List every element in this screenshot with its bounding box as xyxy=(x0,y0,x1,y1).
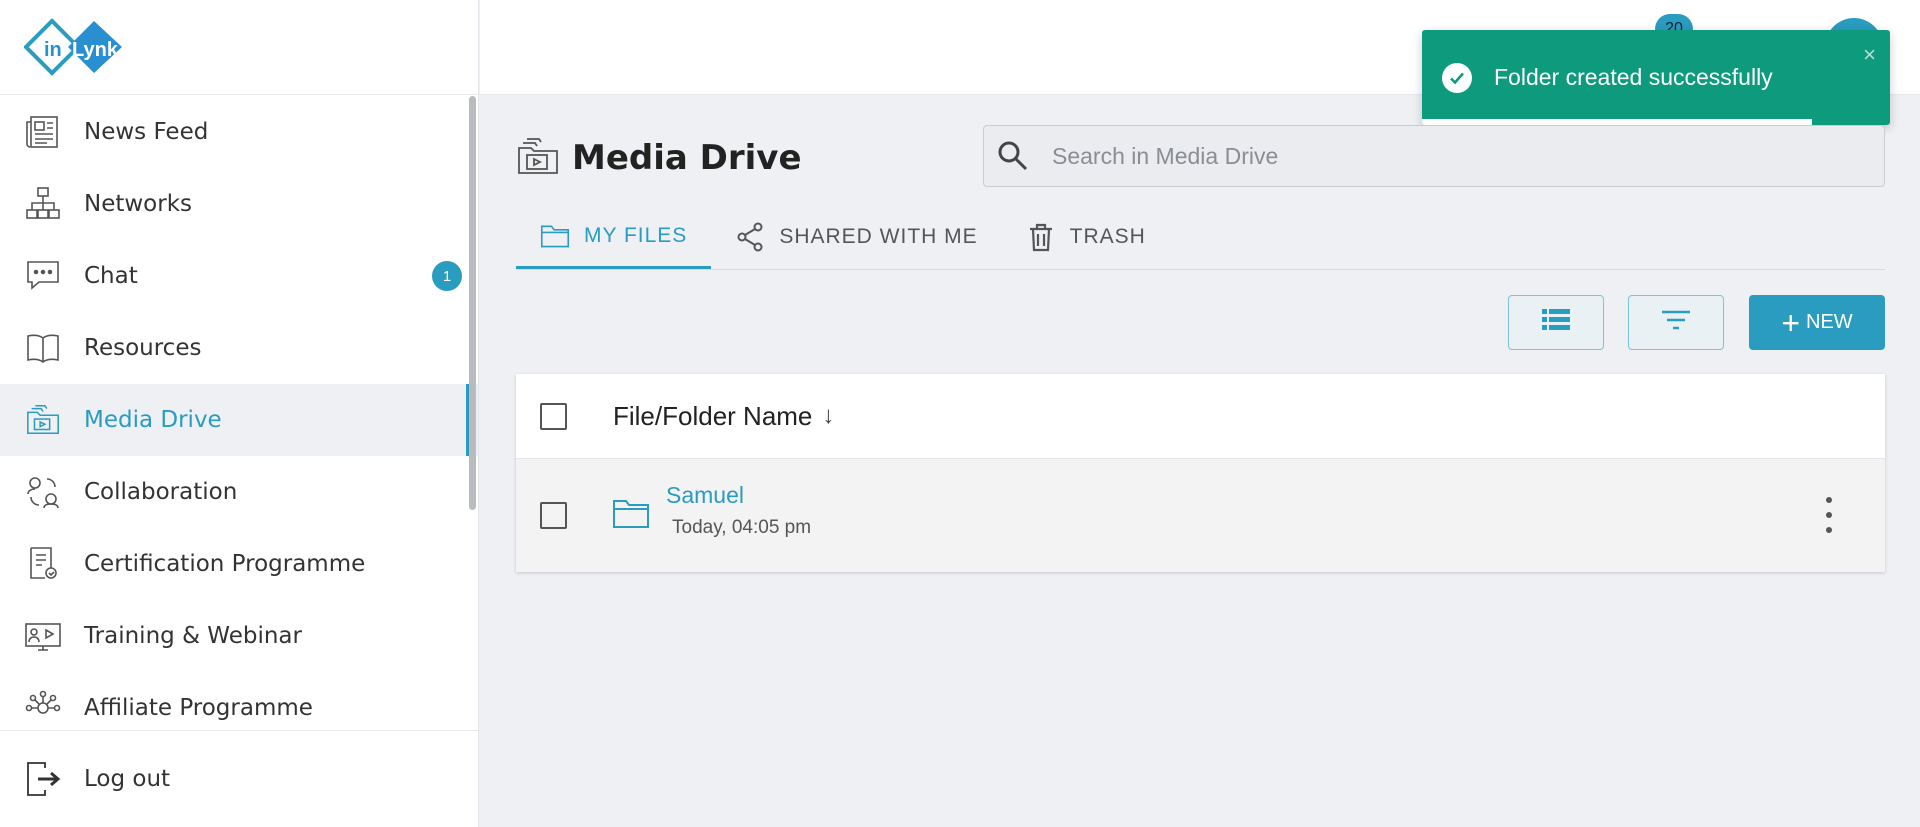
sidebar-item-label: News Feed xyxy=(84,119,209,145)
toast-message: Folder created successfully xyxy=(1494,64,1773,90)
sidebar-item-label: Media Drive xyxy=(84,407,222,433)
sidebar-item-label: Chat xyxy=(84,263,138,289)
list-view-icon xyxy=(1541,307,1571,338)
sidebar-scrollbar[interactable] xyxy=(469,96,476,510)
column-header-name[interactable]: File/Folder Name ↓ xyxy=(613,401,834,432)
trash-icon xyxy=(1026,222,1056,252)
sidebar: in Lynk News Feed Networks Chat 1 Resour… xyxy=(0,0,479,827)
logo-text-lynk: Lynk xyxy=(72,39,119,61)
page-title-text: Media Drive xyxy=(572,138,802,178)
tab-label: MY FILES xyxy=(584,223,688,247)
folder-icon xyxy=(540,221,570,251)
folder-name-link[interactable]: Samuel xyxy=(666,482,811,509)
new-button[interactable]: + NEW xyxy=(1749,295,1885,350)
chat-icon xyxy=(24,257,62,295)
sort-arrow-icon: ↓ xyxy=(822,402,835,429)
table-header: File/Folder Name ↓ xyxy=(516,374,1885,459)
folder-date: Today, 04:05 pm xyxy=(672,517,812,538)
sidebar-item-affiliate[interactable]: Affiliate Programme xyxy=(0,672,478,730)
media-drive-icon xyxy=(516,136,560,180)
search-input[interactable] xyxy=(1052,142,1852,170)
tab-label: TRASH xyxy=(1069,225,1146,248)
sidebar-item-collaboration[interactable]: Collaboration xyxy=(0,456,478,528)
collaboration-icon xyxy=(24,473,62,511)
newspaper-icon xyxy=(24,113,62,151)
sidebar-item-chat[interactable]: Chat 1 xyxy=(0,240,478,312)
logout-button[interactable]: Log out xyxy=(0,730,478,827)
sidebar-item-certification[interactable]: Certification Programme xyxy=(0,528,478,600)
chat-unread-badge: 1 xyxy=(432,261,462,291)
page-title: Media Drive xyxy=(516,136,802,180)
plus-icon: + xyxy=(1781,304,1800,341)
tab-bar: MY FILES SHARED WITH ME TRASH xyxy=(516,205,1885,270)
filter-icon xyxy=(1660,309,1692,336)
sidebar-item-label: Resources xyxy=(84,335,202,361)
sidebar-item-label: Certification Programme xyxy=(84,551,366,577)
tab-label: SHARED WITH ME xyxy=(779,225,978,248)
sidebar-item-media-drive[interactable]: Media Drive xyxy=(0,384,478,456)
book-icon xyxy=(24,329,62,367)
logo-area: in Lynk xyxy=(0,0,478,95)
sidebar-item-label: Training & Webinar xyxy=(84,623,302,649)
search-bar[interactable] xyxy=(983,125,1885,187)
tab-shared-with-me[interactable]: SHARED WITH ME xyxy=(711,205,1001,269)
logout-label: Log out xyxy=(84,766,171,792)
sidebar-item-label: Collaboration xyxy=(84,479,238,505)
search-icon xyxy=(996,139,1030,173)
logout-icon xyxy=(24,760,62,798)
tab-my-files[interactable]: MY FILES xyxy=(516,205,712,269)
sidebar-item-label: Networks xyxy=(84,191,193,217)
folder-icon xyxy=(612,497,650,535)
row-info: Samuel Today, 04:05 pm xyxy=(666,482,811,539)
certificate-icon xyxy=(24,545,62,583)
tab-trash[interactable]: TRASH xyxy=(1002,205,1170,269)
sidebar-item-networks[interactable]: Networks xyxy=(0,168,478,240)
select-all-checkbox[interactable] xyxy=(540,402,567,430)
column-header-label: File/Folder Name xyxy=(613,400,813,431)
table-row[interactable]: Samuel Today, 04:05 pm xyxy=(516,459,1885,572)
network-icon xyxy=(24,185,62,223)
sidebar-item-training-webinar[interactable]: Training & Webinar xyxy=(0,600,478,672)
new-button-label: NEW xyxy=(1806,311,1853,333)
sidebar-item-news-feed[interactable]: News Feed xyxy=(0,96,478,168)
affiliate-icon xyxy=(24,689,62,727)
list-view-button[interactable] xyxy=(1508,295,1604,350)
inlynk-logo[interactable]: in Lynk xyxy=(24,16,128,78)
close-icon[interactable]: × xyxy=(1863,42,1876,68)
sidebar-item-label: Affiliate Programme xyxy=(84,695,313,721)
more-options-icon[interactable] xyxy=(1823,497,1835,533)
success-toast: Folder created successfully × xyxy=(1422,30,1890,125)
webinar-icon xyxy=(24,617,62,655)
check-circle-icon xyxy=(1442,62,1472,93)
sidebar-nav: News Feed Networks Chat 1 Resources Medi… xyxy=(0,96,478,730)
share-icon xyxy=(735,222,765,252)
filter-button[interactable] xyxy=(1628,295,1724,350)
logo-text-in: in xyxy=(44,39,62,61)
media-drive-icon xyxy=(24,401,62,439)
sidebar-item-resources[interactable]: Resources xyxy=(0,312,478,384)
file-table: File/Folder Name ↓ Samuel Today, 04:05 p… xyxy=(516,374,1885,572)
row-checkbox[interactable] xyxy=(540,502,567,529)
